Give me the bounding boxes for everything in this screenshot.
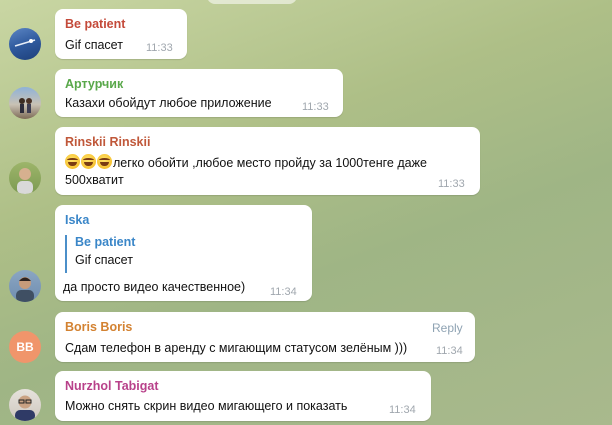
message-text: Сдам телефон в аренду с мигающим статусо…	[65, 341, 408, 355]
message-bubble[interactable]: Rinskii Rinskii легко обойти ,любое мест…	[55, 127, 480, 195]
message-time: 11:33	[146, 42, 173, 54]
avatar-glasses-man-photo[interactable]	[9, 389, 41, 421]
message-text: да просто видео качественное)	[63, 280, 246, 294]
message-time: 11:34	[389, 404, 416, 416]
avatar-initials[interactable]: BB	[9, 331, 41, 363]
author-name[interactable]: Iska	[65, 213, 89, 227]
laughing-tears-emoji-icon	[81, 154, 96, 169]
message-bubble[interactable]: Boris Boris Reply Сдам телефон в аренду …	[55, 312, 475, 362]
message-time: 11:33	[438, 178, 465, 190]
avatar-man-photo[interactable]	[9, 162, 41, 194]
message-time: 11:34	[436, 345, 463, 357]
message-text-line-2: 500хватит	[65, 173, 124, 187]
reply-button[interactable]: Reply	[432, 321, 463, 335]
laughing-tears-emoji-icon	[97, 154, 112, 169]
avatar-sky-photo[interactable]	[9, 28, 41, 60]
message-text: Gif спасет	[65, 38, 123, 52]
message-text: легко обойти ,любое место пройду за 1000…	[113, 156, 427, 170]
avatar-boy-photo[interactable]	[9, 270, 41, 302]
author-name[interactable]: Rinskii Rinskii	[65, 135, 150, 149]
message-bubble[interactable]: Be patient Gif спасет 11:33	[55, 9, 187, 59]
avatar-couple-photo[interactable]	[9, 87, 41, 119]
date-pill	[207, 0, 297, 4]
author-name[interactable]: Nurzhol Tabigat	[65, 379, 159, 393]
laughing-tears-emoji-icon	[65, 154, 80, 169]
author-name[interactable]: Артурчик	[65, 77, 123, 91]
message-bubble[interactable]: Iska Be patient Gif спасет да просто вид…	[55, 205, 312, 301]
author-name[interactable]: Boris Boris	[65, 320, 132, 334]
quote-author: Be patient	[75, 235, 136, 249]
quote-text: Gif спасет	[75, 253, 133, 267]
reply-quote[interactable]: Be patient Gif спасет	[65, 235, 135, 273]
message-bubble[interactable]: Nurzhol Tabigat Можно снять скрин видео …	[55, 371, 431, 421]
message-text: Казахи обойдут любое приложение	[65, 96, 272, 110]
message-time: 11:33	[302, 101, 329, 113]
message-text-line-1: легко обойти ,любое место пройду за 1000…	[65, 154, 427, 170]
message-time: 11:34	[270, 286, 297, 298]
message-text: Можно снять скрин видео мигающего и пока…	[65, 399, 348, 413]
message-bubble[interactable]: Артурчик Казахи обойдут любое приложение…	[55, 69, 343, 117]
author-name[interactable]: Be patient	[65, 17, 125, 31]
